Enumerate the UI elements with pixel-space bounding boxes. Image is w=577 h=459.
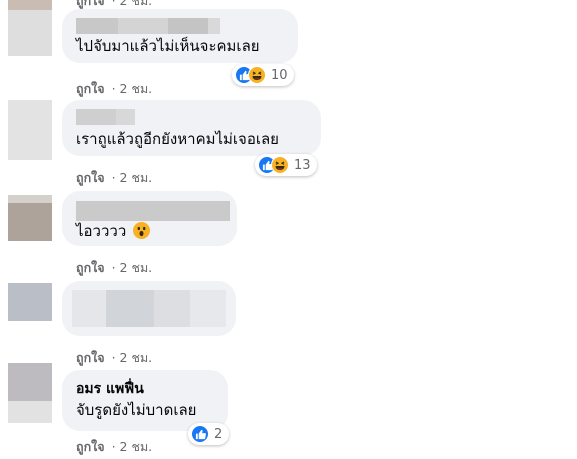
author-name-blurred[interactable]	[76, 109, 135, 125]
like-link[interactable]: ถูกใจ	[76, 350, 105, 365]
comment-text: ไปจับมาแล้วไม่เห็นจะคมเลย	[76, 37, 260, 55]
wow-emoji	[133, 222, 151, 239]
comment-text: ไอวววว	[76, 222, 151, 241]
reaction-summary[interactable]: 13	[255, 154, 317, 176]
comment-actions: ถูกใจ · 2 ชม.	[76, 258, 152, 278]
author-name-blurred[interactable]	[76, 201, 230, 221]
haha-icon	[271, 156, 289, 174]
timestamp[interactable]: · 2 ชม.	[112, 260, 153, 275]
timestamp[interactable]: · 2 ชม.	[112, 0, 153, 8]
comment-bubble: อมร แพฟื่น จับรูดยังไม่บาดเลย	[62, 370, 228, 431]
reaction-summary[interactable]: 10	[232, 64, 294, 86]
reaction-count: 10	[271, 67, 288, 83]
like-link[interactable]: ถูกใจ	[76, 0, 105, 8]
comment-bubble: ไอวววว	[62, 191, 237, 246]
reaction-count: 2	[214, 426, 223, 442]
avatar[interactable]	[8, 195, 52, 241]
timestamp[interactable]: · 2 ชม.	[112, 81, 153, 96]
comment-text: เราถูแล้วถูอีกยังหาคมไม่เจอเลย	[76, 130, 279, 148]
timestamp[interactable]: · 2 ชม.	[112, 350, 153, 365]
like-link[interactable]: ถูกใจ	[76, 170, 105, 185]
author-name-blurred[interactable]	[76, 18, 220, 34]
comment-actions: ถูกใจ · 2 ชม.	[76, 437, 152, 457]
like-link[interactable]: ถูกใจ	[76, 81, 105, 96]
avatar[interactable]	[8, 363, 52, 423]
like-link[interactable]: ถูกใจ	[76, 260, 105, 275]
comment-actions: ถูกใจ · 2 ชม.	[76, 79, 152, 99]
comment-bubble: ไปจับมาแล้วไม่เห็นจะคมเลย	[62, 9, 298, 63]
timestamp[interactable]: · 2 ชม.	[112, 439, 153, 454]
like-link[interactable]: ถูกใจ	[76, 439, 105, 454]
reaction-count: 13	[294, 157, 311, 173]
comment-actions: ถูกใจ · 2 ชม.	[76, 168, 152, 188]
blurred-comment-content	[72, 290, 226, 327]
avatar[interactable]	[8, 283, 52, 321]
author-name[interactable]: อมร แพฟื่น	[76, 380, 144, 398]
comment-bubble: เราถูแล้วถูอีกยังหาคมไม่เจอเลย	[62, 100, 321, 156]
haha-icon	[248, 66, 266, 84]
avatar[interactable]	[8, 100, 52, 160]
like-icon	[191, 425, 209, 443]
comment-text: จับรูดยังไม่บาดเลย	[76, 401, 197, 419]
timestamp[interactable]: · 2 ชม.	[112, 170, 153, 185]
reaction-summary[interactable]: 2	[188, 423, 230, 445]
comment-bubble	[62, 281, 236, 336]
avatar[interactable]	[8, 0, 52, 56]
comment-actions: ถูกใจ · 2 ชม.	[76, 348, 152, 368]
